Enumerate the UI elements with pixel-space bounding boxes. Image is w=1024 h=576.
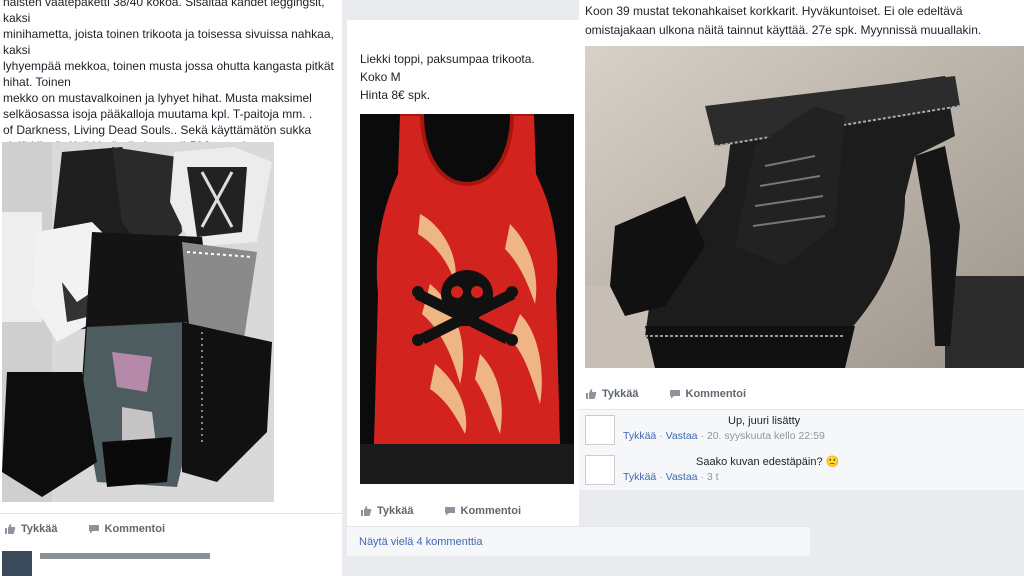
- clothes-photo: [2, 142, 274, 502]
- middle-like-button[interactable]: Tykkää: [360, 505, 414, 517]
- right-comment-label: Kommentoi: [685, 388, 747, 400]
- boots-photo: [585, 46, 1024, 368]
- left-post-text: naisten vaatepaketti 38/40 kokoa. Sisält…: [3, 0, 334, 153]
- comment-bubble-icon: [669, 390, 680, 399]
- avatar[interactable]: [585, 415, 615, 445]
- comment-like-link[interactable]: Tykkää: [623, 471, 656, 483]
- comment-bubble-icon: [444, 507, 455, 516]
- middle-like-label: Tykkää: [377, 505, 414, 517]
- middle-post-actions: Tykkää Kommentoi: [347, 496, 579, 526]
- right-post-text: Koon 39 mustat tekonahkaiset korkkarit. …: [585, 4, 982, 37]
- left-like-label: Tykkää: [21, 522, 58, 535]
- comment-text: Saako kuvan edestäpäin? 🙂: [696, 456, 840, 468]
- comment-meta: Tykkää · Vastaa · 3 t: [623, 471, 719, 483]
- right-like-label: Tykkää: [602, 388, 639, 400]
- comment-item: Up, juuri lisätty Tykkää · Vastaa · 20. …: [585, 415, 825, 445]
- left-post: naisten vaatepaketti 38/40 kokoa. Sisält…: [0, 0, 342, 576]
- middle-comment-button[interactable]: Kommentoi: [444, 505, 522, 517]
- right-post-actions: Tykkää Kommentoi: [579, 379, 1024, 409]
- comment-text: Up, juuri lisätty: [728, 415, 801, 427]
- middle-post: Liekki toppi, paksumpaa trikoota. Koko M…: [347, 20, 579, 556]
- thumbs-up-icon: [5, 523, 16, 534]
- comment-timestamp: 20. syyskuuta kello 22:59: [706, 430, 825, 442]
- comment-item: Saako kuvan edestäpäin? 🙂 Tykkää · Vasta…: [585, 455, 839, 485]
- right-post: Koon 39 mustat tekonahkaiset korkkarit. …: [579, 0, 1024, 490]
- avatar[interactable]: [585, 455, 615, 485]
- left-comment-label: Kommentoi: [104, 522, 166, 535]
- left-next-post-text-line: [40, 553, 210, 559]
- middle-post-text: Liekki toppi, paksumpaa trikoota. Koko M…: [360, 52, 535, 102]
- middle-comment-label: Kommentoi: [460, 505, 522, 517]
- comment-reply-link[interactable]: Vastaa: [666, 471, 698, 483]
- thumbs-up-icon: [361, 506, 372, 516]
- left-next-post-avatar: [2, 551, 32, 576]
- right-like-button[interactable]: Tykkää: [585, 388, 639, 400]
- flame-top-photo: [360, 114, 574, 484]
- thumbs-up-icon: [586, 389, 597, 399]
- left-like-button[interactable]: Tykkää: [4, 523, 58, 535]
- left-post-actions: Tykkää Kommentoi: [0, 513, 342, 543]
- left-comment-button[interactable]: Kommentoi: [88, 522, 166, 535]
- show-more-comments-link[interactable]: Näytä vielä 4 kommenttia: [359, 536, 483, 548]
- comment-bubble-icon: [88, 524, 99, 533]
- comment-reply-link[interactable]: Vastaa: [666, 430, 698, 442]
- comment-like-link[interactable]: Tykkää: [623, 430, 656, 442]
- comment-timestamp: 3 t: [706, 471, 719, 483]
- comment-meta: Tykkää · Vastaa · 20. syyskuuta kello 22…: [623, 430, 825, 442]
- right-comment-button[interactable]: Kommentoi: [669, 388, 747, 400]
